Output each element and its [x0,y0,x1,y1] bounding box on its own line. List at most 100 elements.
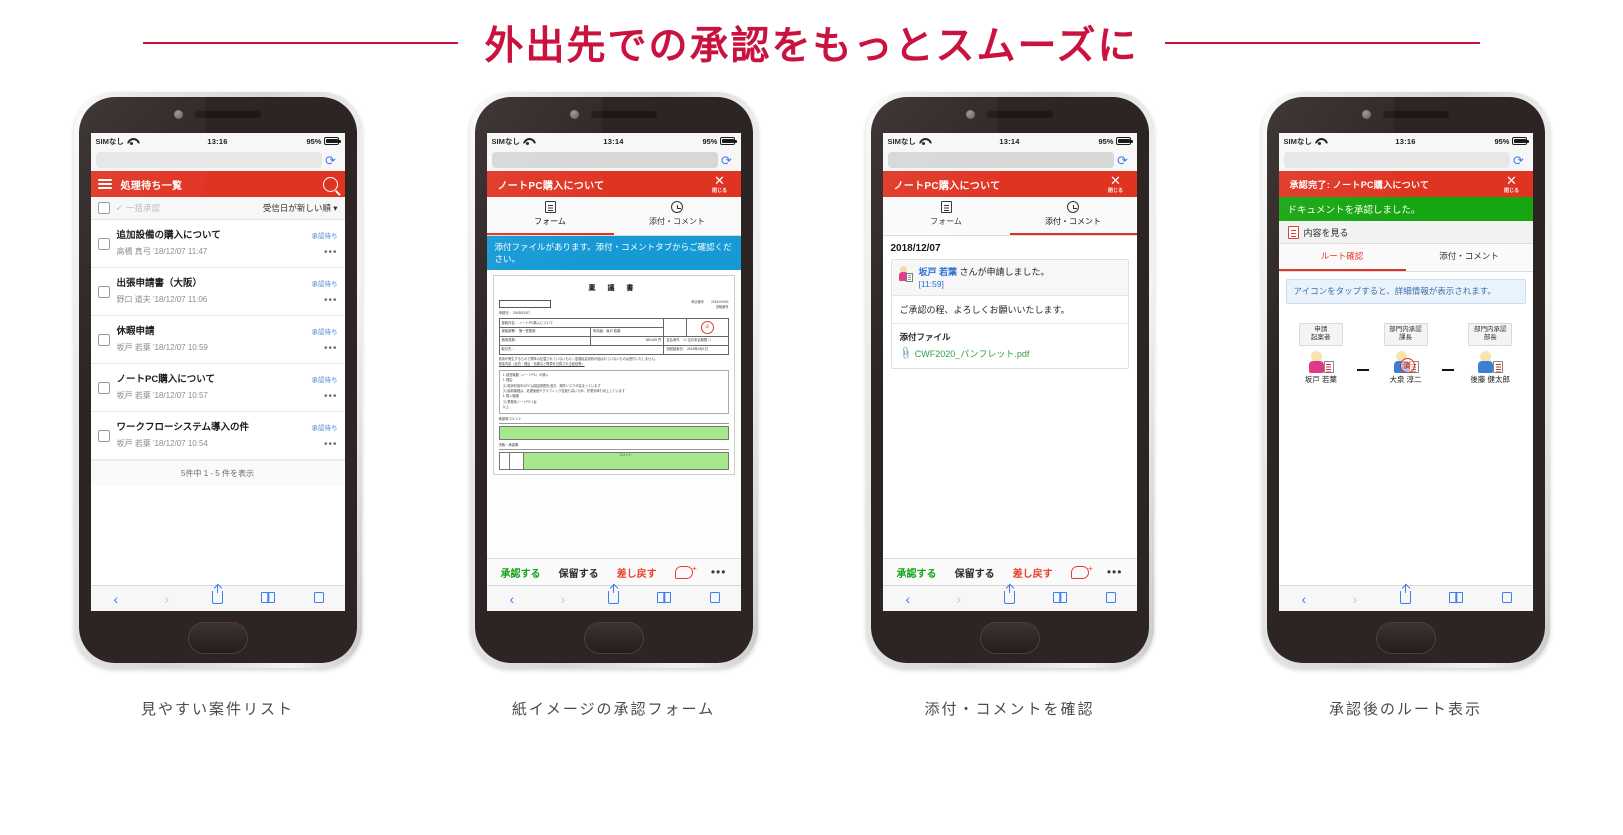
person-icon-approver-manager[interactable]: 済 [1393,350,1419,373]
bookmarks-icon[interactable] [1047,592,1073,605]
carrier-label-1: SIMなし [95,136,124,146]
more-actions-icon[interactable]: ••• [711,566,727,578]
back-icon[interactable]: ‹ [1291,592,1317,606]
list-item[interactable]: 休暇申請 坂戸 若葉 '18/12/07 10:59 承認待ち ••• [90,316,345,364]
share-icon[interactable] [204,584,230,606]
paper-form: 稟 議 書 申請日： 2018/12/07 申請番号 2018-K0004 決裁… [492,275,735,475]
tabs-icon[interactable] [306,589,332,605]
tab-form[interactable]: フォーム [486,197,614,235]
tab-attachments[interactable]: 添付・コメント [1009,197,1137,235]
form-comment-input[interactable] [498,425,729,440]
browser-url-bar-1[interactable]: ⟳ [90,149,345,171]
row-checkbox[interactable] [97,237,110,250]
add-comment-icon[interactable] [674,564,697,579]
close-button-2[interactable]: ✕ 閉じる [706,174,734,194]
comments-area[interactable]: 2018/12/07 坂戸 若葉 さんが申請しました。 [11:59] ご承認の… [882,235,1137,558]
list-item[interactable]: ワークフローシステム導入の件 坂戸 若葉 '18/12/07 10:54 承認待… [90,412,345,460]
reject-button[interactable]: 差し戻す [1013,565,1053,580]
url-input-2[interactable] [491,152,718,168]
forward-icon: › [1352,590,1358,607]
home-button-4[interactable] [1375,622,1436,654]
route-node-3[interactable]: 部門内承認 部長 後藤 健太郎 [1454,322,1527,385]
row-checkbox[interactable] [97,381,110,394]
reload-icon-1[interactable]: ⟳ [322,154,340,167]
form-scroll-area[interactable]: 稟 議 書 申請日： 2018/12/07 申請番号 2018-K0004 決裁… [486,270,741,558]
close-button-3[interactable]: ✕ 閉じる [1102,174,1130,194]
person-icon-approver-director[interactable] [1477,350,1504,373]
bookmarks-icon[interactable] [1443,592,1469,605]
sort-dropdown[interactable]: 受信日が新しい順 ▾ [263,202,338,214]
tab-form[interactable]: フォーム [883,197,1010,235]
close-button-4[interactable]: ✕ 閉じる [1498,174,1526,194]
status-bar-1: SIMなし 13:16 95% [90,133,345,149]
approve-button[interactable]: 承認する [501,565,541,580]
payment-checkbox[interactable]: ☑ [683,338,686,342]
list-item[interactable]: 追加設備の購入について 高橋 真弓 '18/12/07 11:47 承認待ち •… [90,220,345,268]
url-input-4[interactable] [1283,152,1510,168]
tab-attachments[interactable]: 添付・コメント [614,197,741,235]
browser-url-bar-3[interactable]: ⟳ [882,149,1137,171]
tab-attachments[interactable]: 添付・コメント [1406,244,1533,271]
view-content-row[interactable]: 内容を見る [1278,221,1533,244]
row-checkbox[interactable] [97,429,110,442]
home-button-1[interactable] [187,622,248,654]
bulk-approve-button[interactable]: ✓ 一括承認 [116,202,161,214]
row-checkbox[interactable] [97,333,110,346]
document-icon [1287,225,1299,239]
browser-url-bar-4[interactable]: ⟳ [1278,149,1533,171]
payment-checkbox-2[interactable]: ☐ [708,338,711,342]
back-icon[interactable]: ‹ [895,592,921,606]
row-more-icon[interactable]: ••• [324,247,338,258]
menu-icon[interactable] [97,179,112,189]
select-all-checkbox[interactable] [97,202,110,214]
bookmarks-icon[interactable] [255,592,281,605]
row-checkbox[interactable] [97,285,110,298]
reject-button[interactable]: 差し戻す [617,565,657,580]
list-item[interactable]: 出張申請書（大阪） 野口 道夫 '18/12/07 11:06 承認待ち ••• [90,268,345,316]
close-label: 閉じる [1503,187,1519,194]
row-more-icon[interactable]: ••• [324,439,338,450]
row-more-icon[interactable]: ••• [324,391,338,402]
hold-button[interactable]: 保留する [955,565,995,580]
tab-route[interactable]: ルート確認 [1278,244,1406,272]
approve-button[interactable]: 承認する [897,565,937,580]
home-button-2[interactable] [583,622,644,654]
hold-button[interactable]: 保留する [559,565,599,580]
browser-toolbar-4: ‹ › [1278,584,1533,611]
add-comment-icon[interactable] [1070,564,1093,579]
list-item-meta: 坂戸 若葉 '18/12/07 10:54 [116,438,208,448]
route-node-1[interactable]: 申請 起案者 坂戸 若葉 [1285,322,1358,385]
back-icon[interactable]: ‹ [499,592,525,606]
attachment-file-name[interactable]: CWF2020_パンフレット.pdf [915,347,1030,360]
tabs-icon[interactable] [1494,589,1520,605]
share-icon[interactable] [996,584,1022,606]
row-more-icon[interactable]: ••• [324,295,338,306]
browser-url-bar-2[interactable]: ⟳ [486,149,741,171]
route-node-2[interactable]: 部門内承認 課長 済 大泉 淳二 [1369,322,1442,385]
share-icon[interactable] [600,584,626,606]
reload-icon-3[interactable]: ⟳ [1114,154,1132,167]
tabs-icon[interactable] [1098,589,1124,605]
back-icon[interactable]: ‹ [103,592,129,606]
approver-comment-input[interactable]: コメント [523,451,729,470]
share-icon[interactable] [1392,584,1418,606]
reload-icon-2[interactable]: ⟳ [718,154,736,167]
attachment-row[interactable]: 📎 CWF2020_パンフレット.pdf [892,346,1128,368]
bookmarks-icon[interactable] [651,592,677,605]
form-icon [487,201,614,215]
list-item[interactable]: ノートPC購入について 坂戸 若葉 '18/12/07 10:57 承認待ち •… [90,364,345,412]
search-icon[interactable] [322,176,338,192]
tabs-icon[interactable] [702,589,728,605]
url-input-3[interactable] [887,152,1114,168]
row-more-icon[interactable]: ••• [324,343,338,354]
more-actions-icon[interactable]: ••• [1107,566,1123,578]
url-input-1[interactable] [95,152,322,168]
person-icon-applicant[interactable] [1308,350,1334,373]
phone-screen-2: SIMなし 13:14 95% ⟳ ノートPC購入について ✕ 閉じる フォーム… [486,133,741,611]
comment-author[interactable]: 坂戸 若葉 [919,267,958,277]
route-area[interactable]: アイコンをタップすると、詳細情報が表示されます。 申請 起案者 坂戸 若葉 部門… [1278,272,1533,585]
battery-percent-3: 95% [1098,136,1114,146]
phone-earpiece-area-2 [475,110,753,119]
reload-icon-4[interactable]: ⟳ [1510,154,1528,167]
home-button-3[interactable] [979,622,1040,654]
